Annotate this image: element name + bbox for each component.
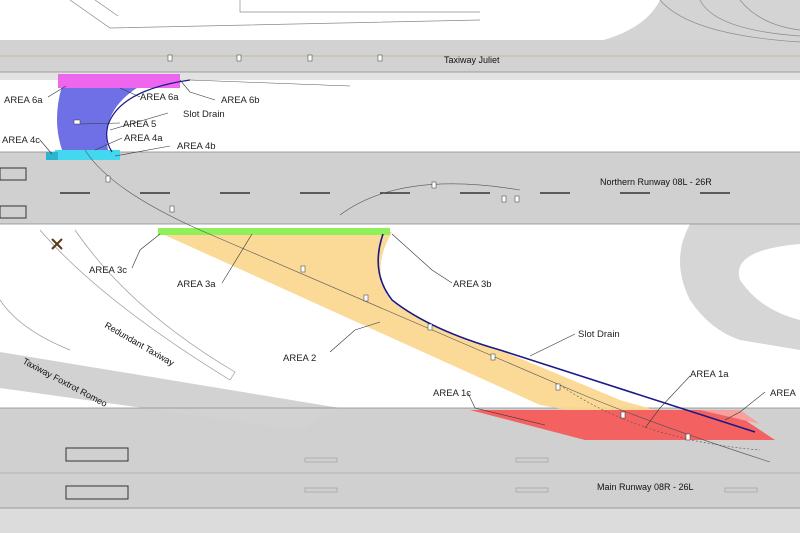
area-3a-label: AREA 3a bbox=[177, 279, 216, 290]
plan-drawing: Taxiway Juliet Northern Runway 08L - 26R… bbox=[0, 0, 800, 533]
area-2-label: AREA 2 bbox=[283, 353, 316, 364]
area-1c-label: AREA 1c bbox=[433, 388, 471, 399]
slot-drains bbox=[106, 79, 756, 433]
east-link-taxiway bbox=[680, 224, 800, 350]
northern-runway-pavement bbox=[0, 152, 800, 224]
slot-drain-top-label: Slot Drain bbox=[183, 109, 225, 120]
area-4c-label: AREA 4c bbox=[2, 135, 40, 146]
area-1b-partial-label: AREA bbox=[770, 388, 797, 399]
area-6b-label: AREA 6b bbox=[221, 95, 260, 106]
area-5-label: AREA 5 bbox=[123, 119, 156, 130]
area-3c-zone bbox=[158, 228, 390, 235]
slot-drain-bottom-label: Slot Drain bbox=[578, 329, 620, 340]
northern-runway-label: Northern Runway 08L - 26R bbox=[600, 177, 712, 187]
main-runway-edge bbox=[0, 508, 800, 533]
area-4-zone bbox=[55, 150, 120, 160]
area-3c-label: AREA 3c bbox=[89, 265, 127, 276]
main-runway-label: Main Runway 08R - 26L bbox=[597, 482, 694, 492]
area-6a-left-label: AREA 6a bbox=[4, 95, 43, 106]
area-1a-label: AREA 1a bbox=[690, 369, 729, 380]
area-2-zone bbox=[158, 232, 655, 410]
area-3b-label: AREA 3b bbox=[453, 279, 492, 290]
slot-drain-upper-ext bbox=[189, 79, 351, 87]
redundant-taxiway-outline-2 bbox=[0, 299, 71, 351]
taxiway-juliet-label: Taxiway Juliet bbox=[444, 55, 500, 65]
area-4b-label: AREA 4b bbox=[177, 141, 216, 152]
airfield-drainage-plan: Taxiway Juliet Northern Runway 08L - 26R… bbox=[0, 0, 800, 533]
area-4c-zone bbox=[46, 152, 58, 160]
redundant-taxiway-label: Redundant Taxiway bbox=[103, 320, 176, 368]
cross-marker bbox=[51, 238, 63, 250]
area-6a-right-label: AREA 6a bbox=[140, 92, 179, 103]
area-4a-label: AREA 4a bbox=[124, 133, 163, 144]
